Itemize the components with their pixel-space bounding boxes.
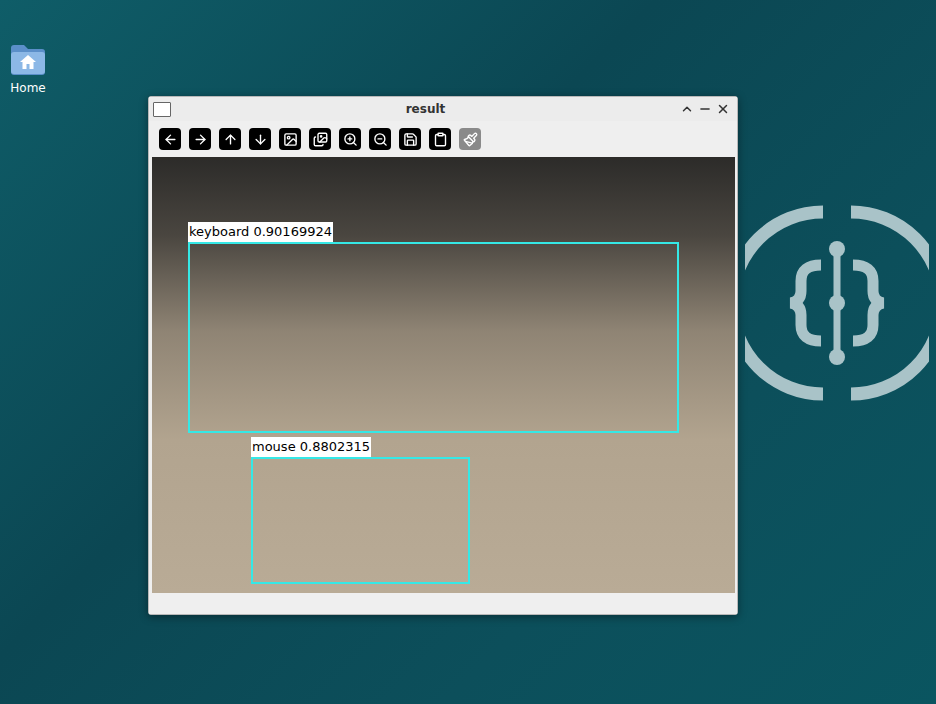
detection-label: keyboard 0.90169924 (188, 222, 333, 242)
toolbar-button[interactable] (159, 128, 181, 150)
desktop: Home result keyboard 0.90169924 mouse 0.880… (0, 0, 936, 704)
window-title: result (171, 100, 680, 118)
result-window[interactable]: result keyboard 0.90169924 mouse 0.8802315 (148, 96, 738, 615)
toolbar-button[interactable] (249, 128, 271, 150)
close-icon[interactable] (716, 102, 730, 116)
toolbar-button[interactable] (429, 128, 451, 150)
down-arrow-icon (253, 132, 268, 147)
toolbar (149, 121, 737, 157)
desktop-icon[interactable]: Home (9, 42, 47, 94)
toolbar-button[interactable] (459, 128, 481, 150)
toolbar-button[interactable] (189, 128, 211, 150)
back-arrow-icon (163, 132, 178, 147)
minimize-icon[interactable] (698, 102, 712, 116)
logo-icon (745, 203, 929, 403)
toolbar-button[interactable] (399, 128, 421, 150)
detection-box: keyboard 0.90169924 (188, 242, 679, 433)
image-icon (283, 132, 298, 147)
clipboard-icon (433, 132, 448, 147)
maximize-icon[interactable] (680, 102, 694, 116)
toolbar-button[interactable] (369, 128, 391, 150)
save-icon (403, 132, 418, 147)
forward-arrow-icon (193, 132, 208, 147)
up-arrow-icon (223, 132, 238, 147)
image-view: keyboard 0.90169924 mouse 0.8802315 (152, 157, 735, 593)
status-strip (149, 593, 737, 614)
zoom-in-icon (343, 132, 358, 147)
toolbar-button[interactable] (279, 128, 301, 150)
paintbrush-icon (463, 132, 478, 147)
title-bar[interactable]: result (149, 97, 737, 121)
toolbar-button[interactable] (219, 128, 241, 150)
home-folder-icon[interactable] (9, 42, 47, 76)
zoom-out-icon (373, 132, 388, 147)
detection-label: mouse 0.8802315 (251, 437, 371, 457)
images-icon (313, 132, 328, 147)
toolbar-button[interactable] (309, 128, 331, 150)
toolbar-button[interactable] (339, 128, 361, 150)
detection-box: mouse 0.8802315 (251, 457, 470, 584)
window-menu-icon[interactable] (153, 102, 171, 117)
